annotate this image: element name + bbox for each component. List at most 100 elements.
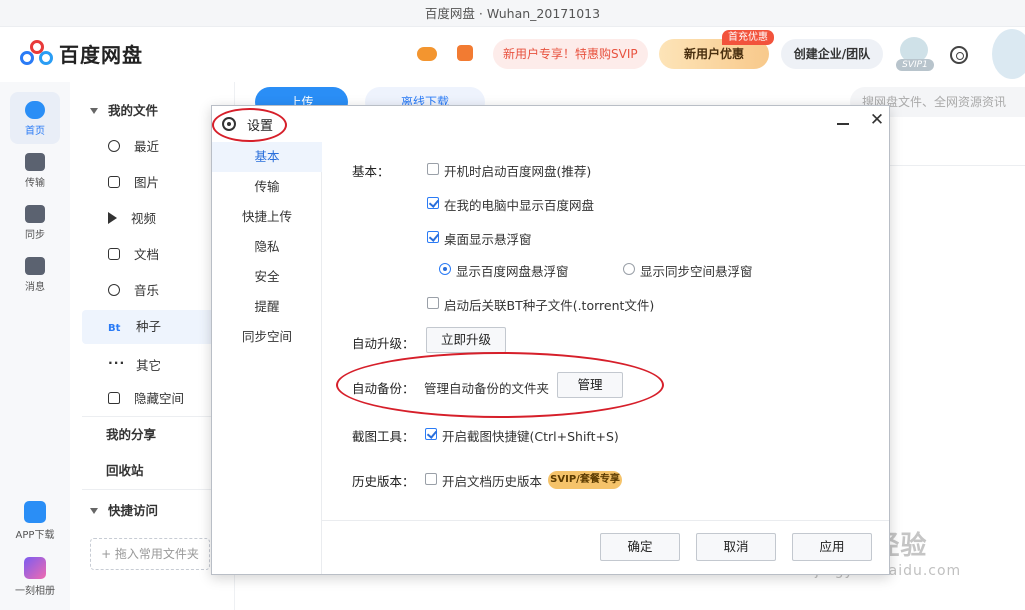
others-label: 其它 [136, 358, 162, 373]
nav-messages-label: 消息 [25, 282, 45, 293]
sidebar-item-hidden-space[interactable]: 隐藏空间 [82, 382, 222, 416]
sidebar-item-docs[interactable]: 文档 [82, 238, 222, 272]
settings-tab-sync-space[interactable]: 同步空间 [212, 322, 322, 352]
screenshot-hotkey-checkbox[interactable] [425, 428, 437, 440]
basic-section-label: 基本： [352, 164, 390, 179]
nav-home-label: 首页 [25, 126, 45, 137]
sidebar-item-recent[interactable]: 最近 [82, 130, 222, 164]
transfer-icon [25, 153, 45, 171]
sidebar-quick-access[interactable]: 快捷访问 [82, 494, 222, 528]
settings-gear-icon[interactable] [950, 46, 968, 64]
user-avatar[interactable]: SVIP1 [896, 37, 934, 71]
sidebar-divider [82, 416, 222, 417]
window-title: 百度网盘 · Wuhan_20171013 [0, 0, 1025, 27]
sidebar-item-music[interactable]: 音乐 [82, 274, 222, 308]
screenshot-tool-label: 截图工具： [352, 429, 415, 444]
settings-tab-privacy[interactable]: 隐私 [212, 232, 322, 262]
minimize-icon[interactable] [837, 123, 849, 125]
ok-button[interactable]: 确定 [600, 533, 680, 561]
settings-tab-security[interactable]: 安全 [212, 262, 322, 292]
recent-label: 最近 [134, 139, 160, 154]
autostart-label: 开机时启动百度网盘(推荐) [444, 164, 592, 179]
nav-app-download[interactable]: APP下载 [10, 492, 60, 544]
first-charge-badge: 首充优惠 [722, 30, 774, 45]
album-icon [24, 557, 46, 579]
sidebar-item-others[interactable]: ··· 其它 [82, 346, 222, 380]
drop-folder-zone[interactable]: + 拖入常用文件夹 [90, 538, 210, 570]
sidebar-my-shares[interactable]: 我的分享 [82, 418, 222, 452]
mascot-avatar-icon[interactable] [992, 29, 1025, 79]
nav-sync[interactable]: 同步 [10, 196, 60, 248]
cloud-icon [25, 101, 45, 119]
svip-level-badge: SVIP1 [896, 59, 934, 71]
upgrade-now-button[interactable]: 立即升级 [426, 327, 506, 353]
document-icon [108, 248, 120, 260]
nav-album-label: 一刻相册 [15, 586, 55, 597]
manage-backup-button[interactable]: 管理 [557, 372, 623, 398]
svip-promo-button[interactable]: 新用户专享！特惠购SVIP [493, 39, 648, 69]
clock-icon [108, 140, 120, 152]
nav-messages[interactable]: 消息 [10, 248, 60, 300]
mountain-icon [108, 176, 120, 188]
nav-sync-label: 同步 [25, 230, 45, 241]
history-version-checkbox[interactable] [425, 473, 437, 485]
bt-assoc-label: 启动后关联BT种子文件(.torrent文件) [444, 298, 655, 313]
nav-home[interactable]: 首页 [10, 92, 60, 144]
gear-icon [222, 117, 236, 131]
float-window-checkbox[interactable] [427, 231, 439, 243]
nav-transfer[interactable]: 传输 [10, 144, 60, 196]
backup-folders-text: 管理自动备份的文件夹 [424, 381, 550, 396]
lock-icon [108, 392, 120, 404]
caret-down-icon [90, 108, 98, 114]
auto-upgrade-label: 自动升级： [352, 336, 415, 351]
settings-tab-basic[interactable]: 基本 [212, 142, 322, 172]
cancel-button[interactable]: 取消 [696, 533, 776, 561]
nav-app-download-label: APP下载 [15, 530, 55, 541]
svip-exclusive-badge: SVIP/套餐专享 [548, 471, 622, 489]
left-nav: 首页 传输 同步 消息 APP下载 一刻相册 [0, 82, 70, 610]
bt-assoc-checkbox[interactable] [427, 297, 439, 309]
netdisk-float-label: 显示百度网盘悬浮窗 [456, 264, 569, 279]
logo-text: 百度网盘 [59, 43, 143, 67]
settings-tab-reminder[interactable]: 提醒 [212, 292, 322, 322]
headphones-icon [108, 284, 120, 296]
game-icon[interactable] [417, 47, 437, 61]
create-team-button[interactable]: 创建企业/团队 [781, 39, 883, 69]
show-in-pc-label: 在我的电脑中显示百度网盘 [444, 198, 595, 213]
app-header: 百度网盘 新用户专享！特惠购SVIP 新用户优惠 首充优惠 创建企业/团队 SV… [0, 27, 1025, 82]
sidebar-recycle-bin[interactable]: 回收站 [82, 454, 222, 488]
sync-icon [25, 205, 45, 223]
sidebar-my-files[interactable]: 我的文件 [82, 94, 222, 128]
settings-dialog: 设置 ✕ 基本 传输 快捷上传 隐私 安全 提醒 同步空间 基本： 开机时启动百… [211, 105, 890, 575]
phone-icon [24, 501, 46, 523]
sidebar-item-videos[interactable]: 视频 [82, 202, 222, 236]
seeds-label: 种子 [136, 319, 162, 334]
auto-backup-label: 自动备份： [352, 381, 415, 396]
bt-icon: Bt [108, 323, 121, 334]
screenshot-hotkey-label: 开启截图快捷键(Ctrl+Shift+S) [442, 429, 619, 444]
autostart-checkbox[interactable] [427, 163, 439, 175]
apply-button[interactable]: 应用 [792, 533, 872, 561]
sidebar-item-images[interactable]: 图片 [82, 166, 222, 200]
app-logo[interactable]: 百度网盘 [20, 39, 143, 68]
videos-label: 视频 [131, 211, 157, 226]
sync-float-label: 显示同步空间悬浮窗 [640, 264, 753, 279]
settings-tab-transfer[interactable]: 传输 [212, 172, 322, 202]
caret-down-icon [90, 508, 98, 514]
float-window-label: 桌面显示悬浮窗 [444, 232, 532, 247]
images-label: 图片 [134, 175, 160, 190]
show-in-pc-checkbox[interactable] [427, 197, 439, 209]
gift-icon[interactable] [457, 45, 473, 61]
settings-panel-basic: 基本： 开机时启动百度网盘(推荐) 在我的电脑中显示百度网盘 桌面显示悬浮窗 显… [322, 142, 889, 520]
nav-album[interactable]: 一刻相册 [10, 548, 60, 600]
sync-float-radio[interactable] [623, 263, 635, 275]
hidden-space-label: 隐藏空间 [134, 391, 185, 406]
quick-access-label: 快捷访问 [108, 503, 159, 518]
settings-nav: 基本 传输 快捷上传 隐私 安全 提醒 同步空间 [212, 142, 322, 574]
nav-transfer-label: 传输 [25, 178, 45, 189]
close-icon[interactable]: ✕ [867, 110, 887, 130]
netdisk-float-radio[interactable] [439, 263, 451, 275]
baidu-netdisk-logo-icon [20, 39, 54, 68]
settings-tab-quick-upload[interactable]: 快捷上传 [212, 202, 322, 232]
sidebar-item-seeds[interactable]: Bt 种子 [82, 310, 222, 344]
